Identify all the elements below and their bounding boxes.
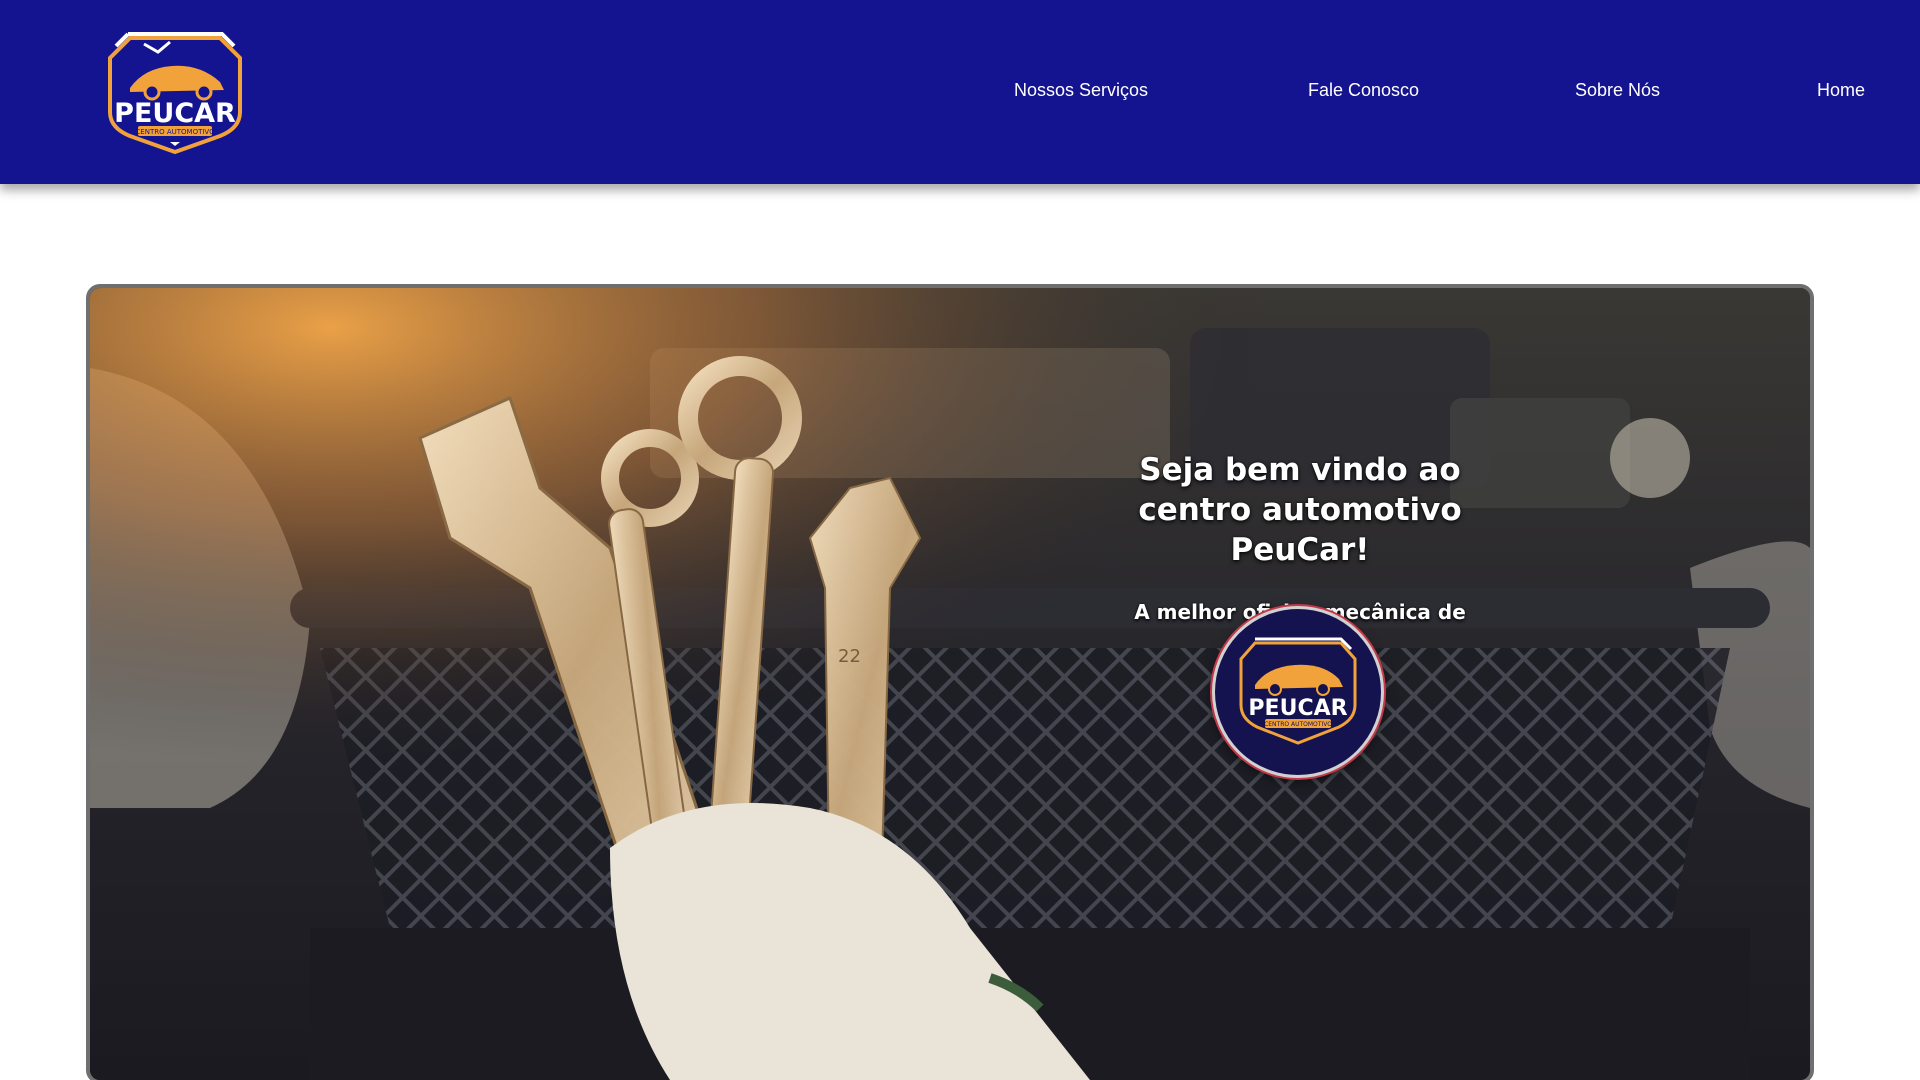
- nav-nossos-servicos[interactable]: Nossos Serviços: [1014, 80, 1148, 101]
- hero-banner: 22 Seja bem vindo ao centro automotivo P…: [86, 284, 1814, 1080]
- logo-tagline: CENTRO AUTOMOTIVO: [135, 128, 215, 136]
- nav-sobre-nos[interactable]: Sobre Nós: [1575, 80, 1660, 101]
- hero-background-image: 22: [90, 288, 1810, 1080]
- hero-logo-badge: PEUCAR CENTRO AUTOMOTIVO: [1212, 606, 1384, 778]
- site-header: PEUCAR CENTRO AUTOMOTIVO Nossos Serviços…: [0, 0, 1920, 184]
- wrench-size-mark: 22: [838, 646, 861, 667]
- nav-home[interactable]: Home: [1817, 80, 1865, 101]
- badge-tagline: CENTRO AUTOMOTIVO: [1264, 721, 1332, 728]
- badge-wordmark: PEUCAR: [1248, 696, 1347, 721]
- logo-wordmark: PEUCAR: [114, 98, 236, 129]
- nav-fale-conosco[interactable]: Fale Conosco: [1308, 80, 1419, 101]
- peucar-logo[interactable]: PEUCAR CENTRO AUTOMOTIVO: [100, 28, 250, 156]
- hero-title: Seja bem vindo ao centro automotivo PeuC…: [1138, 452, 1462, 568]
